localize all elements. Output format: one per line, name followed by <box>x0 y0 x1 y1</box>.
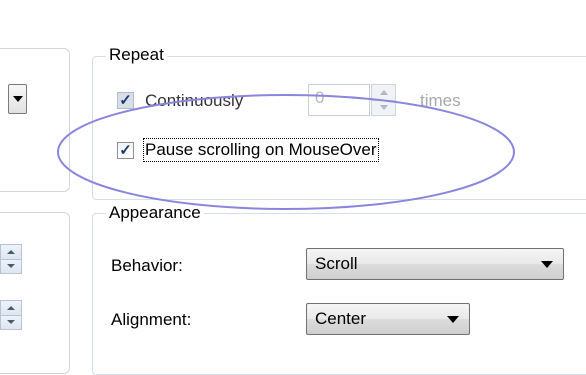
alignment-value: Center <box>315 309 367 328</box>
spin-down-button[interactable] <box>1 315 21 329</box>
left-panel-bottom <box>0 212 70 374</box>
behavior-combobox[interactable]: Scroll <box>306 248 564 280</box>
down-arrow-icon <box>7 320 15 325</box>
spin-down-button[interactable] <box>372 100 395 115</box>
spin-down-button[interactable] <box>1 259 21 273</box>
spin-up-button[interactable] <box>372 85 395 101</box>
chevron-down-icon <box>447 315 459 323</box>
left-dropdown-arrow-button[interactable] <box>8 84 27 114</box>
alignment-label: Alignment: <box>111 310 192 329</box>
repeat-count-input[interactable]: 0 <box>308 84 370 116</box>
appearance-group-title: Appearance <box>106 203 204 223</box>
down-arrow-icon <box>379 105 388 111</box>
pause-on-mouseover-checkbox[interactable]: ✓ <box>117 142 134 159</box>
alignment-combobox[interactable]: Center <box>306 303 470 335</box>
appearance-groupbox <box>92 213 586 375</box>
spin-up-button[interactable] <box>1 301 21 316</box>
up-arrow-icon <box>379 89 388 95</box>
left-spinner-1[interactable] <box>0 244 22 274</box>
behavior-value: Scroll <box>315 254 358 273</box>
continuously-label[interactable]: Continuously <box>145 91 243 111</box>
chevron-down-icon <box>12 96 23 102</box>
left-spinner-2[interactable] <box>0 300 22 330</box>
left-panel-top <box>0 48 70 192</box>
chevron-down-icon <box>541 260 553 268</box>
repeat-count-spinner[interactable] <box>371 84 396 116</box>
continuously-checkbox[interactable]: ✓ <box>117 92 134 109</box>
checkmark-icon: ✓ <box>119 142 132 159</box>
spin-up-button[interactable] <box>1 245 21 260</box>
checkmark-icon: ✓ <box>119 92 132 109</box>
down-arrow-icon <box>7 264 15 269</box>
repeat-groupbox <box>92 56 586 200</box>
up-arrow-icon <box>7 249 15 254</box>
up-arrow-icon <box>7 305 15 310</box>
pause-on-mouseover-label[interactable]: Pause scrolling on MouseOver <box>143 138 379 162</box>
times-label: times <box>420 91 461 110</box>
repeat-group-title: Repeat <box>106 45 167 65</box>
behavior-label: Behavior: <box>111 256 183 275</box>
